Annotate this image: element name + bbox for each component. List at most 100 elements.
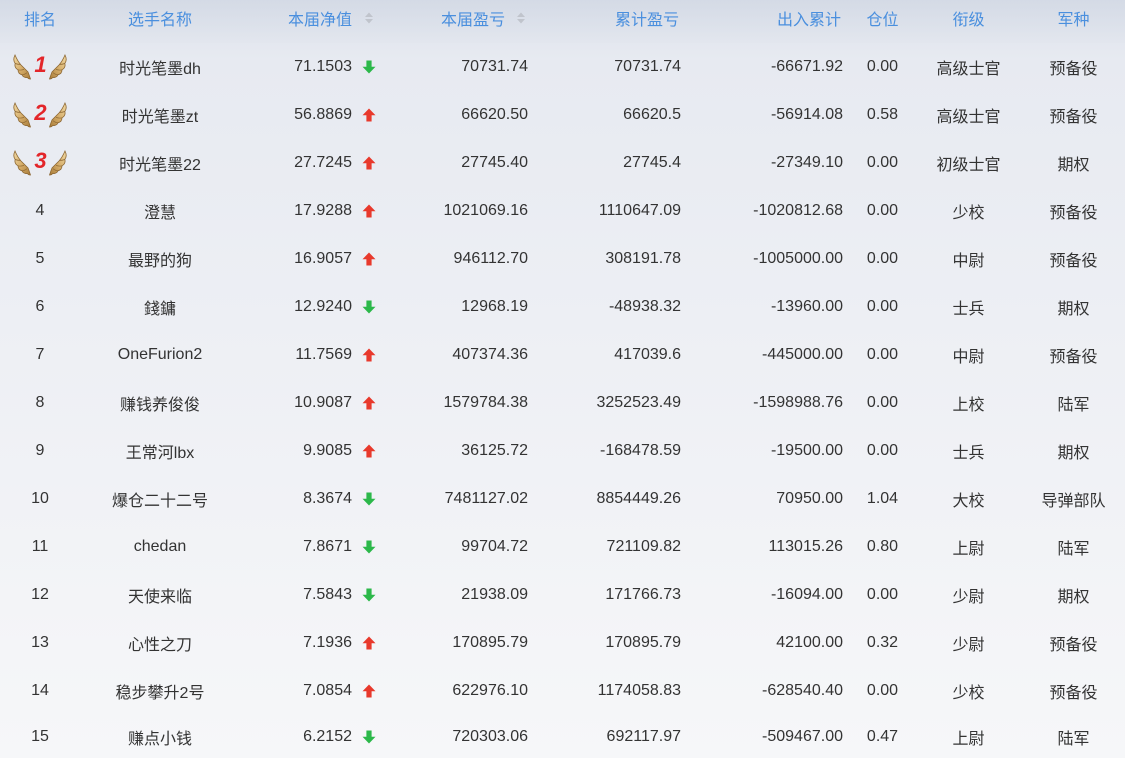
- current-pnl: 1021069.16: [443, 202, 528, 219]
- cumulative-in-out-cell: 113015.26: [690, 523, 850, 571]
- sort-icon[interactable]: [364, 11, 374, 25]
- rank-number: 9: [35, 442, 45, 459]
- trend-arrow-shape: [362, 108, 376, 122]
- rank-cell: 9: [0, 427, 80, 475]
- position-cell: 0.80: [850, 523, 915, 571]
- wing-shape: [48, 150, 67, 176]
- rank-number: 12: [31, 586, 49, 603]
- laurel-medal-icon: 2: [13, 101, 67, 129]
- cumulative-pnl-cell: 171766.73: [540, 571, 690, 619]
- rank-cell: 1: [0, 43, 80, 91]
- current-pnl: 27745.40: [461, 154, 528, 171]
- current-pnl-cell: 70731.74: [385, 43, 540, 91]
- position-ratio: 0.00: [866, 154, 899, 171]
- table-body: 1 时光笔墨dh 71.1503 70731.74 70731.74 -6667…: [0, 43, 1125, 758]
- table-header: 排名 选手名称 本届净值 本届盈亏 累计盈亏 出入累计 仓位 衔级 军种: [0, 0, 1125, 43]
- cumulative-pnl: 308191.78: [605, 250, 681, 267]
- military-branch: 预备役: [1049, 253, 1098, 270]
- cumulative-pnl: -168478.59: [600, 442, 681, 459]
- player-name[interactable]: OneFurion2: [118, 346, 203, 364]
- net-value: 56.8869: [294, 106, 352, 123]
- position-cell: 1.04: [850, 475, 915, 523]
- military-branch: 预备役: [1049, 205, 1098, 222]
- position-cell: 0.00: [850, 379, 915, 427]
- military-rank-cell: 初级士官: [915, 139, 1022, 187]
- header-current-pnl-label[interactable]: 本届盈亏: [441, 6, 505, 30]
- header-rank: 排名: [0, 0, 80, 36]
- player-name[interactable]: 錢鏞: [144, 295, 176, 319]
- rank-cell: 11: [0, 523, 80, 571]
- net-value-cell: 6.2152: [240, 715, 385, 758]
- cumulative-in-out-cell: -56914.08: [690, 91, 850, 139]
- cumulative-pnl-cell: 692117.97: [540, 715, 690, 758]
- arrow-up-icon: [362, 252, 376, 266]
- cumulative-in-out: -1020812.68: [753, 202, 843, 219]
- header-cumulative-pnl-label: 累计盈亏: [614, 12, 679, 29]
- player-name[interactable]: 爆仓二十二号: [112, 487, 208, 511]
- net-value: 7.0854: [303, 682, 352, 699]
- cumulative-in-out: -27349.10: [770, 154, 843, 171]
- arrow-down-icon: [362, 540, 376, 554]
- arrow-up-icon: [362, 396, 376, 410]
- player-name[interactable]: 稳步攀升2号: [116, 679, 205, 703]
- cumulative-in-out-cell: -445000.00: [690, 331, 850, 379]
- player-name[interactable]: chedan: [134, 538, 187, 556]
- player-name[interactable]: 赚点小钱: [128, 725, 192, 749]
- laurel-medal-icon: 3: [13, 149, 67, 177]
- player-name[interactable]: 心性之刀: [128, 631, 192, 655]
- military-rank: 大校: [952, 493, 985, 510]
- rank-number: 13: [31, 634, 49, 651]
- current-pnl-cell: 99704.72: [385, 523, 540, 571]
- position-cell: 0.00: [850, 331, 915, 379]
- player-name[interactable]: 赚钱养俊俊: [120, 391, 200, 415]
- position-cell: 0.47: [850, 715, 915, 758]
- net-value-cell: 71.1503: [240, 43, 385, 91]
- arrow-down-icon: [362, 588, 376, 602]
- player-name[interactable]: 最野的狗: [128, 247, 192, 271]
- cumulative-in-out: -19500.00: [770, 442, 843, 459]
- cumulative-in-out: 113015.26: [768, 538, 843, 555]
- current-pnl: 12968.19: [461, 298, 528, 315]
- cumulative-in-out-cell: -19500.00: [690, 427, 850, 475]
- player-name-cell: 最野的狗: [80, 235, 240, 283]
- sort-icon[interactable]: [516, 11, 526, 25]
- cumulative-in-out: -628540.40: [762, 682, 843, 699]
- player-name-cell: 赚钱养俊俊: [80, 379, 240, 427]
- player-name[interactable]: 澄慧: [144, 199, 176, 223]
- player-name[interactable]: 王常河lbx: [126, 439, 194, 463]
- military-rank-cell: 士兵: [915, 283, 1022, 331]
- player-name[interactable]: 时光笔墨22: [119, 151, 201, 175]
- cumulative-pnl-cell: -48938.32: [540, 283, 690, 331]
- position-cell: 0.00: [850, 427, 915, 475]
- cumulative-in-out-cell: -27349.10: [690, 139, 850, 187]
- military-rank: 上校: [952, 397, 985, 414]
- player-name[interactable]: 天使来临: [128, 583, 192, 607]
- sort-icon-shape[interactable]: [365, 12, 373, 24]
- military-rank-cell: 上校: [915, 379, 1022, 427]
- cumulative-in-out-cell: -1598988.76: [690, 379, 850, 427]
- position-ratio: 0.58: [866, 106, 899, 123]
- net-value: 7.5843: [303, 586, 352, 603]
- rank-number: 6: [35, 298, 45, 315]
- player-name[interactable]: 时光笔墨zt: [122, 103, 198, 127]
- wing-shape: [13, 102, 32, 128]
- net-value: 10.9087: [294, 394, 352, 411]
- cumulative-in-out: -16094.00: [770, 586, 843, 603]
- net-value-cell: 7.0854: [240, 667, 385, 715]
- header-net-value-sort[interactable]: 本届净值: [240, 0, 385, 36]
- current-pnl-cell: 1021069.16: [385, 187, 540, 235]
- military-rank: 少尉: [952, 637, 985, 654]
- net-value-cell: 8.3674: [240, 475, 385, 523]
- header-net-value-label[interactable]: 本届净值: [288, 6, 352, 30]
- cumulative-in-out: -13960.00: [770, 298, 843, 315]
- arrow-up-icon: [362, 348, 376, 362]
- header-current-pnl-sort[interactable]: 本届盈亏: [385, 0, 540, 36]
- sort-icon-shape[interactable]: [517, 12, 525, 24]
- net-value: 8.3674: [303, 490, 352, 507]
- military-branch-cell: 陆军: [1022, 715, 1125, 758]
- current-pnl: 7481127.02: [444, 490, 528, 507]
- military-branch-cell: 预备役: [1022, 619, 1125, 667]
- rank-cell: 12: [0, 571, 80, 619]
- player-name[interactable]: 时光笔墨dh: [119, 55, 201, 79]
- rank-number: 5: [35, 250, 45, 267]
